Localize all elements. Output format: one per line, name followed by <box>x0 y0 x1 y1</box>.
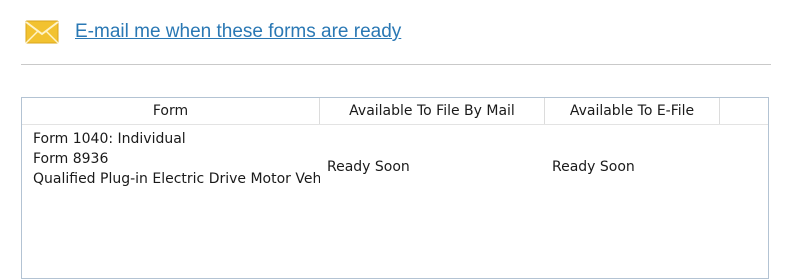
form-line: Qualified Plug-in Electric Drive Motor V… <box>33 171 320 187</box>
forms-table: Form Available To File By Mail Available… <box>21 97 769 279</box>
email-notify-row: E-mail me when these forms are ready <box>25 16 401 48</box>
column-header-form[interactable]: Form <box>22 98 320 124</box>
mail-status-cell: Ready Soon <box>327 159 410 175</box>
form-line: Form 8936 <box>33 151 109 167</box>
table-header: Form Available To File By Mail Available… <box>22 98 768 125</box>
section-divider <box>21 64 771 65</box>
column-header-efile[interactable]: Available To E-File <box>545 98 720 124</box>
form-cell: Form 1040: Individual Form 8936 Qualifie… <box>22 125 320 209</box>
table-row[interactable]: Form 1040: Individual Form 8936 Qualifie… <box>22 125 768 209</box>
efile-status-cell: Ready Soon <box>552 159 635 175</box>
column-header-file-by-mail[interactable]: Available To File By Mail <box>320 98 545 124</box>
form-line: Form 1040: Individual <box>33 131 186 147</box>
email-notify-link[interactable]: E-mail me when these forms are ready <box>75 21 401 43</box>
envelope-icon[interactable] <box>25 20 59 44</box>
